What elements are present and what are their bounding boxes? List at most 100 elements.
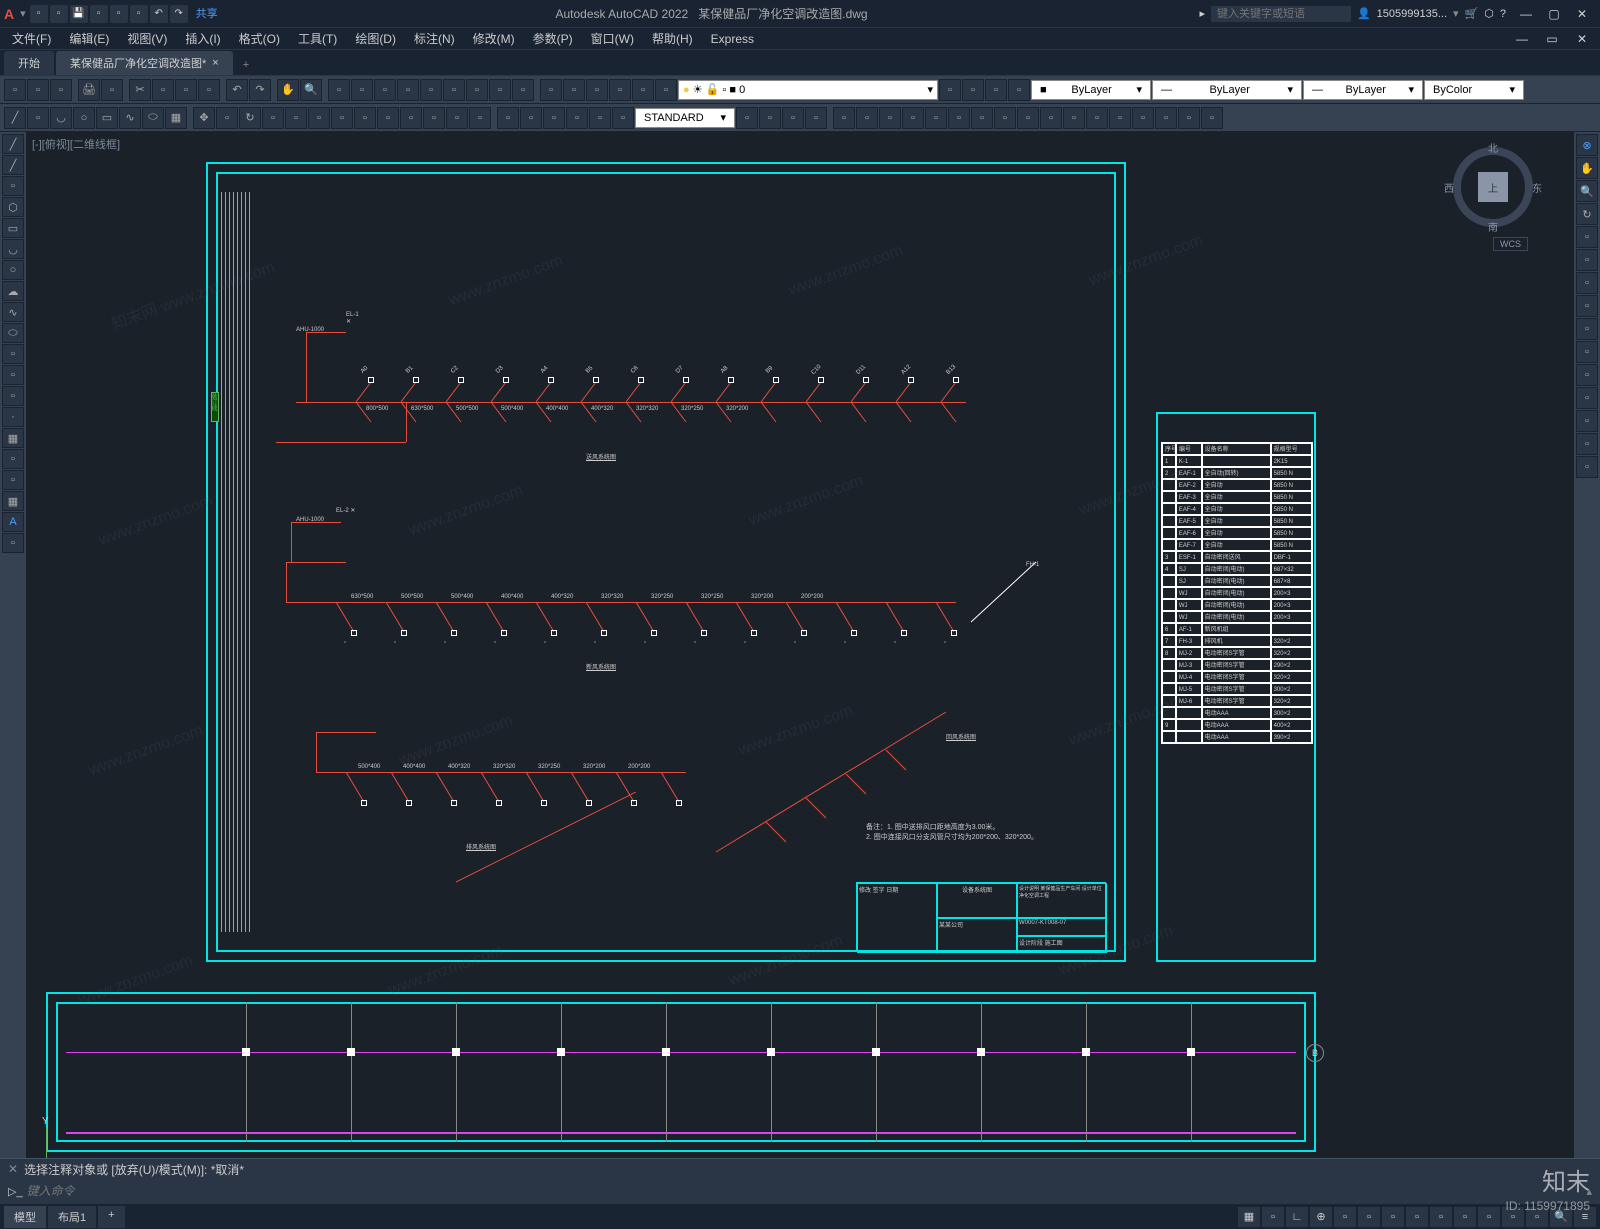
menu-insert[interactable]: 插入(I) <box>177 28 228 49</box>
open2-icon[interactable]: ▫ <box>27 79 49 101</box>
doc-minimize-button[interactable]: — <box>1508 29 1536 49</box>
status-transp-icon[interactable]: ▫ <box>1406 1207 1428 1227</box>
maximize-button[interactable]: ▢ <box>1540 4 1568 24</box>
tb-icon[interactable]: ▫ <box>351 79 373 101</box>
menu-help[interactable]: 帮助(H) <box>644 28 701 49</box>
doc-restore-button[interactable]: ▭ <box>1538 29 1566 49</box>
nav-tool-icon[interactable]: ▫ <box>1576 318 1598 340</box>
pan-icon[interactable]: ✋ <box>277 79 299 101</box>
arc-tool-icon[interactable]: ◡ <box>2 239 24 259</box>
status-otrack-icon[interactable]: ▫ <box>1358 1207 1380 1227</box>
plot-icon[interactable]: ▫ <box>130 5 148 23</box>
nav-wheel-icon[interactable]: ⊗ <box>1576 134 1598 156</box>
layer-icon[interactable]: ▫ <box>655 79 677 101</box>
tb2-icon[interactable]: ▫ <box>805 107 827 129</box>
plot2-icon[interactable]: 🖨 <box>78 79 100 101</box>
cmd-close-icon[interactable]: ✕ <box>8 1162 18 1176</box>
viewcube-east[interactable]: 东 <box>1532 180 1542 195</box>
tb2-icon[interactable]: ▫ <box>1109 107 1131 129</box>
web-icon[interactable]: ▫ <box>110 5 128 23</box>
linetype-dropdown[interactable]: — ByLayer ▾ <box>1152 80 1302 100</box>
ellipsearc-tool-icon[interactable]: ▫ <box>2 344 24 364</box>
help-icon[interactable]: ? <box>1500 8 1506 20</box>
signin-icon[interactable]: 👤 <box>1357 7 1371 20</box>
tb2-icon[interactable]: ▫ <box>948 107 970 129</box>
layer-icon[interactable]: ▫ <box>609 79 631 101</box>
viewcube[interactable]: 上 北 东 南 西 <box>1448 142 1538 232</box>
addsel-tool-icon[interactable]: ▫ <box>2 533 24 553</box>
status-osnap-icon[interactable]: ▫ <box>1334 1207 1356 1227</box>
rotate-icon[interactable]: ↻ <box>239 107 261 129</box>
tb2-icon[interactable]: ▫ <box>1201 107 1223 129</box>
extend-icon[interactable]: ▫ <box>354 107 376 129</box>
menu-format[interactable]: 格式(O) <box>231 28 288 49</box>
tb2-icon[interactable]: ▫ <box>1178 107 1200 129</box>
tb2-icon[interactable]: ▫ <box>759 107 781 129</box>
ellipse-tool-icon[interactable]: ⬭ <box>2 323 24 343</box>
tb2-icon[interactable]: ▫ <box>1132 107 1154 129</box>
tb-icon[interactable]: ▫ <box>489 79 511 101</box>
redo-icon[interactable]: ↷ <box>170 5 188 23</box>
nav-tool-icon[interactable]: ▫ <box>1576 456 1598 478</box>
dim-icon[interactable]: ▫ <box>612 107 634 129</box>
nav-tool-icon[interactable]: ▫ <box>1576 272 1598 294</box>
nav-tool-icon[interactable]: ▫ <box>1576 295 1598 317</box>
tb2-icon[interactable]: ▫ <box>925 107 947 129</box>
viewcube-west[interactable]: 西 <box>1444 180 1454 195</box>
erase-icon[interactable]: ▫ <box>446 107 468 129</box>
tab-new-button[interactable]: + <box>235 55 257 75</box>
menu-edit[interactable]: 编辑(E) <box>61 28 117 49</box>
ellipse-icon[interactable]: ⬭ <box>142 107 164 129</box>
circle-tool-icon[interactable]: ○ <box>2 260 24 280</box>
tb-icon[interactable]: ▫ <box>443 79 465 101</box>
nav-tool-icon[interactable]: ▫ <box>1576 341 1598 363</box>
nav-tool-icon[interactable]: ▫ <box>1576 410 1598 432</box>
fillet-icon[interactable]: ▫ <box>377 107 399 129</box>
pline-tool-icon[interactable]: ▫ <box>2 176 24 196</box>
hatch-icon[interactable]: ▦ <box>165 107 187 129</box>
qnew-icon[interactable]: ▫ <box>4 79 26 101</box>
viewcube-north[interactable]: 北 <box>1488 140 1498 155</box>
layer-dropdown[interactable]: ● ☀ 🔓 ▫ ■ 0 ▾ <box>678 80 938 100</box>
offset-icon[interactable]: ▫ <box>423 107 445 129</box>
nav-tool-icon[interactable]: ▫ <box>1576 249 1598 271</box>
tab-layout1[interactable]: 布局1 <box>48 1206 96 1228</box>
menu-view[interactable]: 视图(V) <box>119 28 175 49</box>
tb2-icon[interactable]: ▫ <box>994 107 1016 129</box>
circle-icon[interactable]: ○ <box>73 107 95 129</box>
nav-tool-icon[interactable]: ▫ <box>1576 226 1598 248</box>
region-tool-icon[interactable]: ▫ <box>2 470 24 490</box>
table-tool-icon[interactable]: ▦ <box>2 491 24 511</box>
mirror-icon[interactable]: ▫ <box>262 107 284 129</box>
preview-icon[interactable]: ▫ <box>101 79 123 101</box>
cut-icon[interactable]: ✂ <box>129 79 151 101</box>
menu-modify[interactable]: 修改(M) <box>465 28 523 49</box>
dim-icon[interactable]: ▫ <box>497 107 519 129</box>
tb-icon[interactable]: ▫ <box>328 79 350 101</box>
dim-icon[interactable]: ▫ <box>566 107 588 129</box>
share-button[interactable]: 共享 <box>196 5 218 23</box>
match-icon[interactable]: ▫ <box>198 79 220 101</box>
tb2-icon[interactable]: ▫ <box>879 107 901 129</box>
rect-icon[interactable]: ▭ <box>96 107 118 129</box>
nav-orbit-icon[interactable]: ↻ <box>1576 203 1598 225</box>
nav-tool-icon[interactable]: ▫ <box>1576 387 1598 409</box>
copy-icon[interactable]: ▫ <box>152 79 174 101</box>
plotstyle-dropdown[interactable]: ByColor ▾ <box>1424 80 1524 100</box>
layer-icon[interactable]: ▫ <box>586 79 608 101</box>
tb-icon[interactable]: ▫ <box>512 79 534 101</box>
status-lwt-icon[interactable]: ▫ <box>1382 1207 1404 1227</box>
color-dropdown[interactable]: ■ ByLayer ▾ <box>1031 80 1151 100</box>
revcloud-tool-icon[interactable]: ☁ <box>2 281 24 301</box>
status-ortho-icon[interactable]: ∟ <box>1286 1207 1308 1227</box>
block-tool-icon[interactable]: ▫ <box>2 386 24 406</box>
close-button[interactable]: ✕ <box>1568 4 1596 24</box>
menu-dimension[interactable]: 标注(N) <box>406 28 463 49</box>
polygon-tool-icon[interactable]: ⬡ <box>2 197 24 217</box>
tb2-icon[interactable]: ▫ <box>902 107 924 129</box>
menu-tools[interactable]: 工具(T) <box>290 28 345 49</box>
hatch-tool-icon[interactable]: ▦ <box>2 428 24 448</box>
scale-icon[interactable]: ▫ <box>285 107 307 129</box>
status-dyn-icon[interactable]: ▫ <box>1478 1207 1500 1227</box>
minimize-button[interactable]: — <box>1512 4 1540 24</box>
